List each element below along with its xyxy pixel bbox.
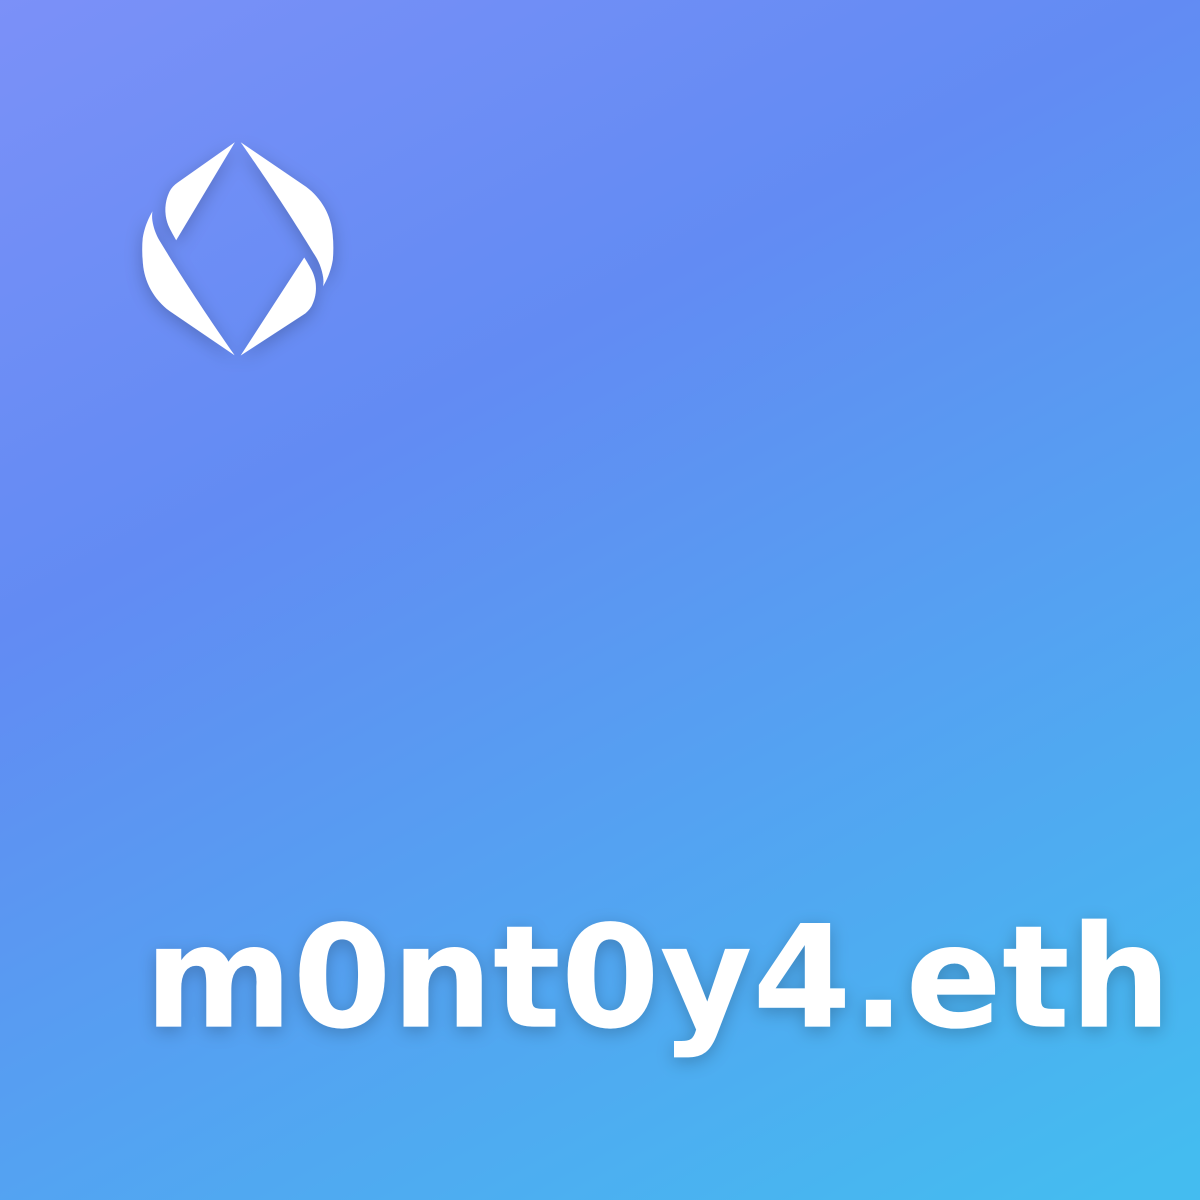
ens-name-label: m0nt0y4.eth: [144, 895, 1171, 1061]
ens-name-card: m0nt0y4.eth: [0, 0, 1200, 1200]
